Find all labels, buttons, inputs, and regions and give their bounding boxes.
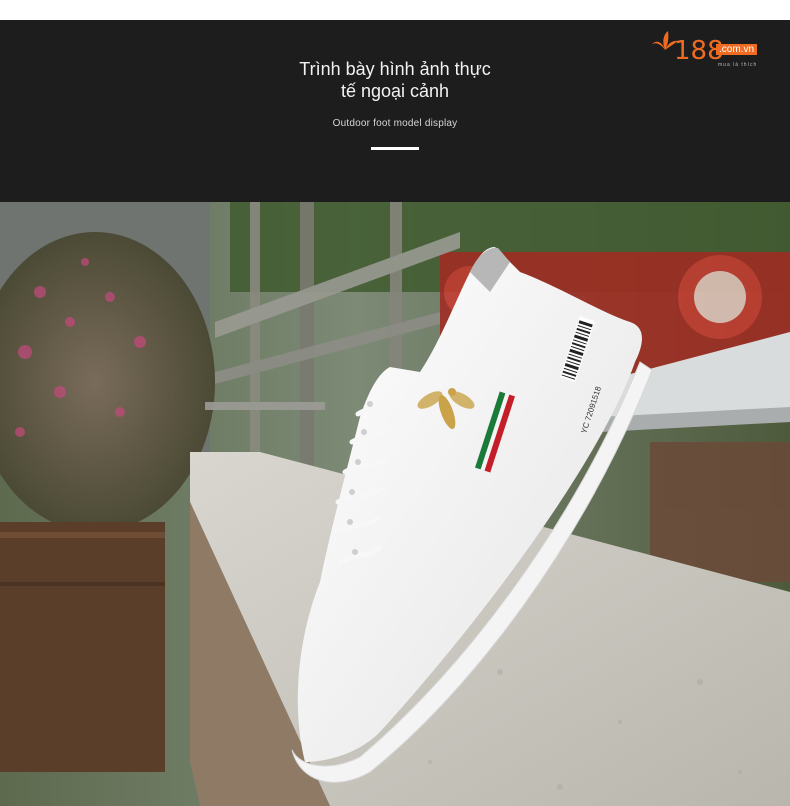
wooden-planter bbox=[0, 522, 165, 772]
banner-divider bbox=[371, 147, 419, 150]
headline-line-1: Trình bày hình ảnh thực bbox=[299, 59, 491, 79]
banner-subtitle: Outdoor foot model display bbox=[332, 118, 458, 129]
top-white-strip bbox=[0, 0, 790, 20]
logo-domain: .com.vn bbox=[716, 44, 758, 55]
brand-logo[interactable]: 188 .com.vn mua là thích bbox=[652, 30, 772, 76]
product-photo: YC 72091518 bbox=[0, 202, 790, 806]
banner-headline: Trình bày hình ảnh thực tế ngoại cảnh bbox=[260, 58, 530, 102]
logo-tagline: mua là thích bbox=[718, 62, 758, 68]
headline-line-2: tế ngoại cảnh bbox=[340, 81, 450, 101]
